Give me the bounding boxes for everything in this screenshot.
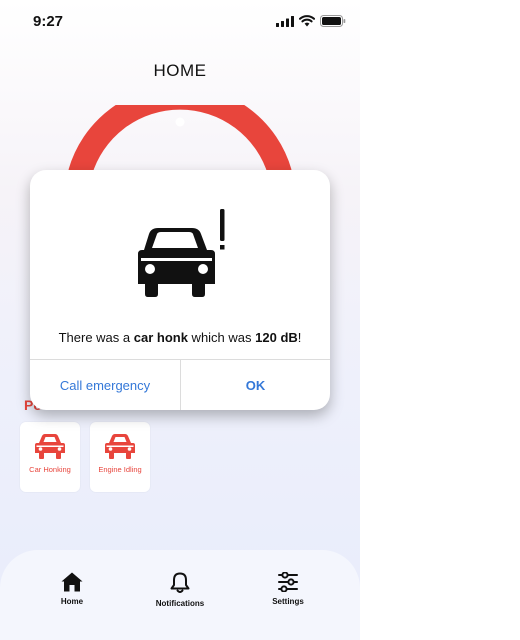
tile-label: Engine Idling (98, 465, 142, 474)
tab-label: Home (60, 597, 84, 606)
car-icon (105, 434, 135, 459)
signal-icon (276, 15, 294, 27)
gauge-indicator[interactable] (175, 117, 185, 127)
tile-car-honking[interactable]: Car Honking (20, 422, 80, 492)
tab-settings[interactable]: Settings (248, 572, 328, 606)
status-time: 9:27 (33, 13, 64, 30)
tab-label: Notifications (155, 599, 205, 608)
ok-button[interactable]: OK (181, 360, 330, 410)
tile-label: Car Honking (29, 465, 71, 474)
wifi-icon (299, 15, 315, 27)
tab-home[interactable]: Home (32, 572, 112, 606)
noise-gauge (68, 105, 292, 175)
tab-bar: Home Notifications Settings (0, 550, 360, 640)
call-emergency-button[interactable]: Call emergency (30, 360, 180, 410)
alert-message: There was a car honk which was 120 dB! (58, 330, 302, 345)
alert-dialog: There was a car honk which was 120 dB! C… (30, 170, 330, 410)
home-icon (61, 572, 83, 592)
tab-notifications[interactable]: Notifications (140, 572, 220, 608)
alert-level: 120 dB (255, 330, 298, 345)
sound-tiles: Car Honking Engine Idling (20, 422, 150, 492)
battery-icon (320, 15, 346, 27)
tile-engine-idling[interactable]: Engine Idling (90, 422, 150, 492)
tab-label: Settings (272, 597, 304, 606)
sliders-icon (278, 572, 298, 592)
car-icon (35, 434, 65, 459)
status-icons (276, 15, 346, 27)
car-alert-icon (138, 209, 225, 297)
bell-icon (170, 572, 190, 593)
phone-screen: 9:27 HOME Po Car Honking Engine Idling T… (0, 0, 360, 640)
alert-event: car honk (133, 330, 188, 345)
page-title: HOME (153, 61, 207, 80)
status-bar: 9:27 (0, 0, 360, 44)
